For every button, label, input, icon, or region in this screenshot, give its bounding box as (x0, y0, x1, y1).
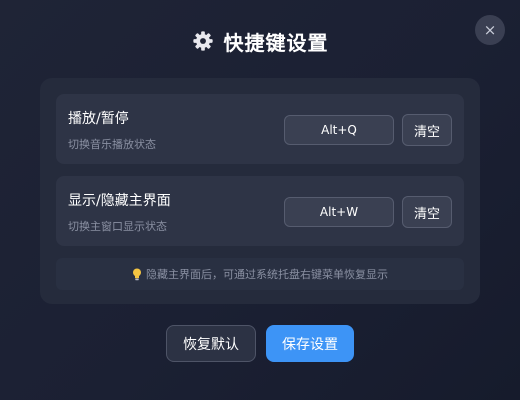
shortcut-key-input[interactable]: Alt+W (284, 197, 394, 227)
shortcut-description: 切换音乐播放状态 (68, 138, 156, 151)
lightbulb-icon (133, 268, 141, 280)
save-settings-button[interactable]: 保存设置 (266, 325, 354, 362)
dialog-title: 快捷键设置 (223, 30, 329, 55)
dialog-header: 快捷键设置 (0, 26, 520, 56)
shortcut-key-input[interactable]: Alt+Q (284, 115, 394, 145)
restore-defaults-button[interactable]: 恢复默认 (166, 325, 256, 362)
gear-icon (192, 31, 213, 51)
shortcut-panel: 播放/暂停 切换音乐播放状态 Alt+Q 清空 显示/隐藏主界面 切换主窗口显示… (40, 78, 480, 304)
clear-button[interactable]: 清空 (402, 114, 452, 146)
clear-button[interactable]: 清空 (402, 196, 452, 228)
shortcut-description: 切换主窗口显示状态 (68, 220, 167, 233)
shortcut-name: 显示/隐藏主界面 (68, 193, 171, 209)
shortcut-name: 播放/暂停 (68, 111, 129, 127)
shortcut-row-play-pause: 播放/暂停 切换音乐播放状态 Alt+Q 清空 (56, 94, 464, 164)
tip-box: 隐藏主界面后，可通过系统托盘右键菜单恢复显示 (56, 258, 464, 290)
shortcut-row-toggle-main-window: 显示/隐藏主界面 切换主窗口显示状态 Alt+W 清空 (56, 176, 464, 246)
tip-text: 隐藏主界面后，可通过系统托盘右键菜单恢复显示 (146, 268, 388, 281)
